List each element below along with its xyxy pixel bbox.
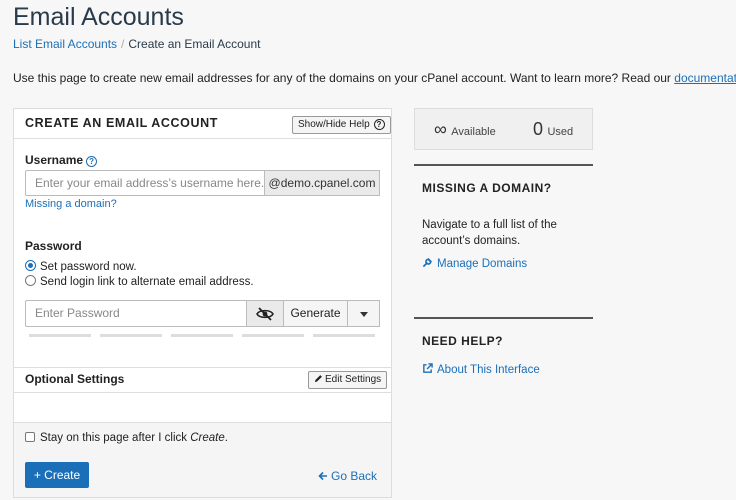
username-label-text: Username <box>25 153 84 167</box>
domain-addon: @demo.cpanel.com <box>264 170 380 196</box>
breadcrumb-current: Create an Email Account <box>128 37 261 51</box>
strength-meter-segment <box>171 334 233 337</box>
manage-domains-link[interactable]: Manage Domains <box>422 257 527 270</box>
generate-options-dropdown[interactable] <box>347 300 380 327</box>
edit-settings-button[interactable]: Edit Settings <box>308 371 388 389</box>
sidebar-divider <box>414 317 593 319</box>
missing-domain-text: Navigate to a full list of the account’s… <box>422 219 557 247</box>
generate-password-button[interactable]: Generate <box>283 300 348 327</box>
documentation-link[interactable]: documentation <box>674 71 736 85</box>
username-label: Username? <box>25 153 98 167</box>
used-count: 0 <box>533 119 544 139</box>
password-label: Password <box>25 239 82 253</box>
card-header: CREATE AN EMAIL ACCOUNT Show/Hide Help ? <box>14 109 391 139</box>
radio-send-link-label: Send login link to alternate email addre… <box>40 276 254 288</box>
strength-meter-segment <box>29 334 91 337</box>
radio-button-selected[interactable] <box>25 260 36 271</box>
help-button-label: Show/Hide Help <box>298 119 370 130</box>
available-stat: ∞ Available <box>434 119 496 140</box>
radio-button[interactable] <box>25 275 36 286</box>
create-account-card: CREATE AN EMAIL ACCOUNT Show/Hide Help ?… <box>13 108 392 498</box>
divider <box>14 392 391 393</box>
username-input[interactable]: Enter your email address’s username here… <box>25 170 265 196</box>
arrow-left-icon <box>318 471 327 481</box>
available-label: Available <box>451 126 496 138</box>
show-hide-help-button[interactable]: Show/Hide Help ? <box>292 116 391 134</box>
used-stat: 0 Used <box>533 119 573 140</box>
toggle-password-visibility-button[interactable] <box>246 300 284 327</box>
sidebar-divider <box>414 164 593 166</box>
breadcrumb: List Email Accounts / Create an Email Acco… <box>13 37 260 51</box>
account-usage-stats: ∞ Available 0 Used <box>414 108 593 150</box>
stay-text-end: . <box>224 432 228 444</box>
manage-domains-label: Manage Domains <box>437 258 528 270</box>
external-link-icon <box>423 363 433 373</box>
optional-settings-title: Optional Settings <box>25 372 125 386</box>
radio-set-password[interactable]: Set password now. <box>25 260 137 273</box>
stay-text: Stay on this page after I click <box>40 432 191 444</box>
missing-domain-link[interactable]: Missing a domain? <box>25 198 117 210</box>
used-label: Used <box>547 126 574 138</box>
form-footer: Stay on this page after I click Create. … <box>14 422 391 497</box>
card-title: CREATE AN EMAIL ACCOUNT <box>25 116 218 130</box>
strength-meter-segment <box>242 334 304 337</box>
infinity-icon: ∞ <box>434 119 447 139</box>
radio-set-password-label: Set password now. <box>40 261 137 273</box>
stay-text-emphasis: Create <box>190 432 225 444</box>
go-back-link[interactable]: Go Back <box>318 469 377 483</box>
create-button[interactable]: + Create <box>25 462 89 488</box>
eye-slash-icon <box>256 307 274 321</box>
breadcrumb-separator: / <box>121 37 125 51</box>
wrench-icon <box>422 257 433 268</box>
strength-meter-segment <box>313 334 375 337</box>
checkbox[interactable] <box>25 432 35 442</box>
about-interface-link[interactable]: About This Interface <box>422 363 540 376</box>
password-input[interactable]: Enter Password <box>25 300 247 327</box>
intro-text: Use this page to create new email addres… <box>13 71 736 85</box>
missing-domain-title: MISSING A DOMAIN? <box>422 181 552 195</box>
pencil-icon <box>314 375 322 383</box>
divider <box>14 367 391 368</box>
breadcrumb-parent-link[interactable]: List Email Accounts <box>13 37 117 51</box>
question-icon: ? <box>373 119 385 130</box>
stay-on-page-checkbox[interactable]: Stay on this page after I click Create. <box>25 432 228 444</box>
intro-sentence: Use this page to create new email addres… <box>13 71 671 85</box>
radio-send-link[interactable]: Send login link to alternate email addre… <box>25 275 254 288</box>
strength-meter-segment <box>100 334 162 337</box>
question-icon[interactable]: ? <box>86 156 98 167</box>
go-back-label: Go Back <box>331 469 378 483</box>
edit-settings-label: Edit Settings <box>325 374 382 385</box>
page-title: Email Accounts <box>13 3 184 31</box>
need-help-title: NEED HELP? <box>422 334 504 348</box>
about-interface-label: About This Interface <box>437 364 540 376</box>
